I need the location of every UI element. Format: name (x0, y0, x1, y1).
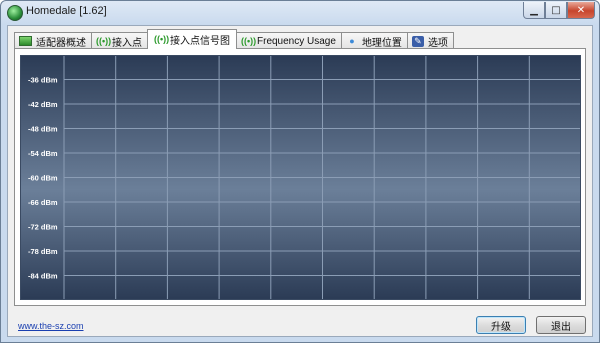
tab-signal-graph[interactable]: ((•)) 接入点信号图 (147, 29, 237, 49)
close-button[interactable]: ✕ (567, 2, 595, 19)
y-tick-label: -36 dBm (28, 76, 58, 85)
location-pin-icon: ● (349, 35, 355, 46)
tab-label: 接入点 (112, 37, 142, 49)
website-link[interactable]: www.the-sz.com (18, 321, 84, 331)
y-tick-label: -84 dBm (28, 272, 58, 281)
tab-label: 地理位置 (361, 37, 402, 49)
maximize-button[interactable]: □ (545, 2, 567, 19)
y-tick-label: -54 dBm (28, 149, 58, 158)
y-tick-label: -78 dBm (28, 247, 58, 256)
window-title: Homedale [1.62] (26, 5, 107, 17)
options-icon: ✎ (411, 35, 424, 47)
tab-adapter-overview[interactable]: 适配器概述 (14, 32, 92, 49)
y-tick-label: -60 dBm (28, 174, 58, 183)
wifi-signal-icon: ((•)) (241, 35, 257, 46)
wifi-signal-icon: ((•)) (154, 34, 170, 44)
minimize-button[interactable]: ▁ (523, 2, 545, 19)
y-tick-label: -66 dBm (28, 198, 58, 207)
tab-frequency-usage[interactable]: ((•)) Frequency Usage (236, 32, 342, 49)
app-window: Homedale [1.62] ▁ □ ✕ 适配器概述 ((•)) 接入点 ((… (0, 0, 600, 343)
tab-label: 选项 (427, 37, 448, 49)
signal-strength-chart: -36 dBm -42 dBm -48 dBm -54 dBm -60 dBm -66 d… (20, 55, 581, 300)
tab-label: Frequency Usage (257, 35, 336, 47)
tab-strip: 适配器概述 ((•)) 接入点 ((•)) 接入点信号图 ((•)) Frequ… (14, 29, 454, 49)
tab-label: 接入点信号图 (170, 36, 230, 47)
y-tick-label: -42 dBm (28, 100, 58, 109)
signal-graph-panel: -36 dBm -42 dBm -48 dBm -54 dBm -60 dBm -66 d… (14, 48, 586, 306)
app-globe-icon (7, 5, 23, 21)
tab-options[interactable]: ✎ 选项 (406, 32, 454, 49)
title-bar[interactable]: Homedale [1.62] ▁ □ ✕ (1, 1, 599, 25)
tab-label: 适配器概述 (36, 37, 86, 49)
network-adapter-icon (19, 36, 32, 46)
tab-geolocation[interactable]: ● 地理位置 (340, 32, 408, 49)
y-tick-label: -72 dBm (28, 223, 58, 232)
tab-access-points[interactable]: ((•)) 接入点 (91, 32, 148, 49)
client-area: 适配器概述 ((•)) 接入点 ((•)) 接入点信号图 ((•)) Frequ… (7, 25, 593, 337)
exit-button[interactable]: 退出 (536, 316, 586, 334)
upgrade-button[interactable]: 升级 (476, 316, 526, 334)
y-tick-label: -48 dBm (28, 125, 58, 134)
wifi-signal-icon: ((•)) (96, 35, 112, 46)
